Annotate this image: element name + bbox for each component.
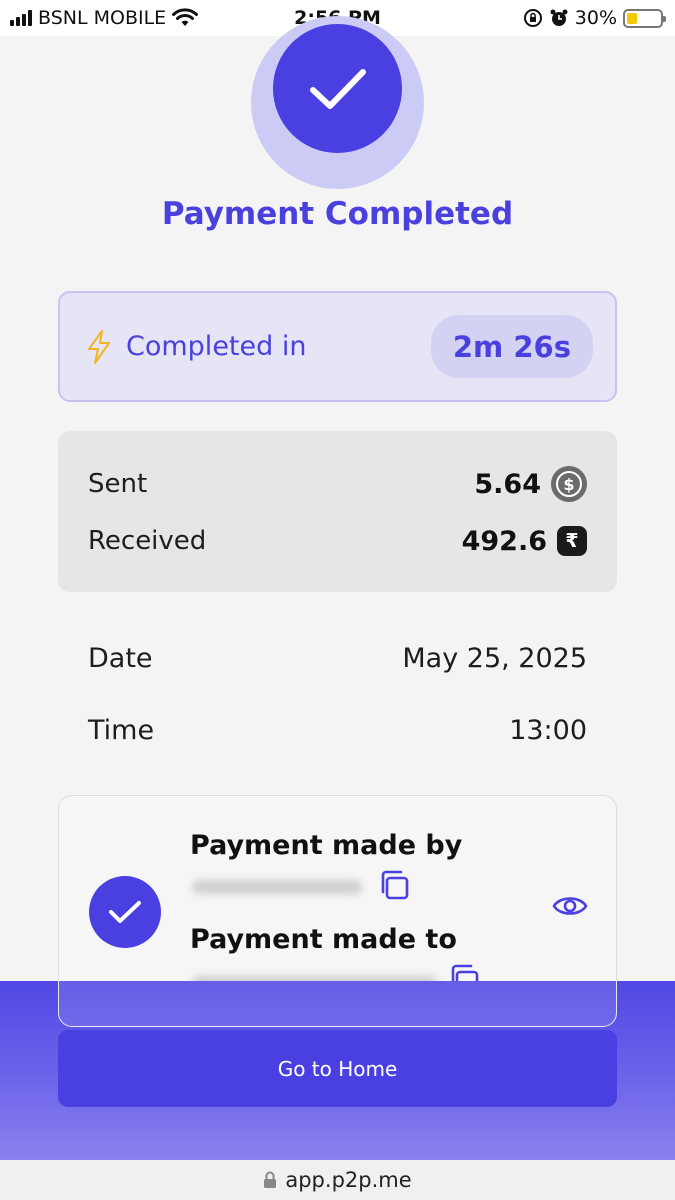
success-badge bbox=[273, 24, 402, 153]
alarm-icon bbox=[550, 9, 568, 26]
sent-value-group: 5.64 $ bbox=[474, 466, 587, 502]
party-card-overlay bbox=[58, 981, 617, 1027]
rupee-coin-icon: ₹ bbox=[557, 526, 587, 556]
checkmark-icon bbox=[309, 68, 366, 109]
lock-icon bbox=[264, 1171, 277, 1188]
date-value: May 25, 2025 bbox=[402, 642, 587, 674]
date-row: Date May 25, 2025 bbox=[88, 638, 587, 678]
usd-coin-icon: $ bbox=[551, 466, 587, 502]
completion-label: Completed in bbox=[126, 331, 307, 362]
go-to-home-button[interactable]: Go to Home bbox=[58, 1030, 617, 1107]
eye-icon[interactable] bbox=[552, 892, 588, 920]
orientation-lock-icon bbox=[523, 9, 542, 27]
time-value: 13:00 bbox=[509, 714, 587, 746]
signal-icon bbox=[10, 10, 32, 26]
payer-id-redacted bbox=[192, 880, 362, 894]
battery-icon bbox=[623, 8, 666, 28]
checkmark-icon bbox=[109, 901, 141, 923]
party-check-badge bbox=[89, 876, 161, 948]
sent-label: Sent bbox=[88, 469, 148, 499]
status-right: 30% bbox=[523, 7, 666, 29]
url-text: app.p2p.me bbox=[285, 1168, 412, 1192]
time-row: Time 13:00 bbox=[88, 710, 587, 750]
copy-icon[interactable] bbox=[377, 868, 411, 902]
wifi-icon bbox=[172, 8, 199, 26]
battery-percent: 30% bbox=[574, 7, 617, 29]
battery-level bbox=[627, 12, 637, 24]
received-value: 492.6 bbox=[461, 525, 547, 557]
payment-made-to-label: Payment made to bbox=[190, 924, 457, 955]
payment-made-by-label: Payment made by bbox=[190, 830, 463, 861]
amount-card: Sent 5.64 $ Received 492.6 ₹ bbox=[58, 431, 617, 592]
completion-duration-badge: 2m 26s bbox=[430, 315, 593, 378]
received-row: Received 492.6 ₹ bbox=[88, 521, 587, 561]
completion-label-group: Completed in bbox=[86, 329, 307, 364]
sent-row: Sent 5.64 $ bbox=[88, 464, 587, 504]
completion-time-card: Completed in 2m 26s bbox=[58, 291, 617, 402]
received-value-group: 492.6 ₹ bbox=[462, 526, 587, 557]
browser-url-bar[interactable]: app.p2p.me bbox=[0, 1160, 675, 1200]
page-title: Payment Completed bbox=[161, 196, 514, 232]
date-label: Date bbox=[88, 642, 153, 674]
status-left: BSNL MOBILE bbox=[10, 7, 199, 29]
time-label: Time bbox=[88, 714, 155, 746]
received-label: Received bbox=[88, 526, 207, 556]
carrier-name: BSNL MOBILE bbox=[38, 7, 167, 29]
lightning-icon bbox=[88, 329, 110, 364]
sent-value: 5.64 bbox=[474, 468, 541, 500]
